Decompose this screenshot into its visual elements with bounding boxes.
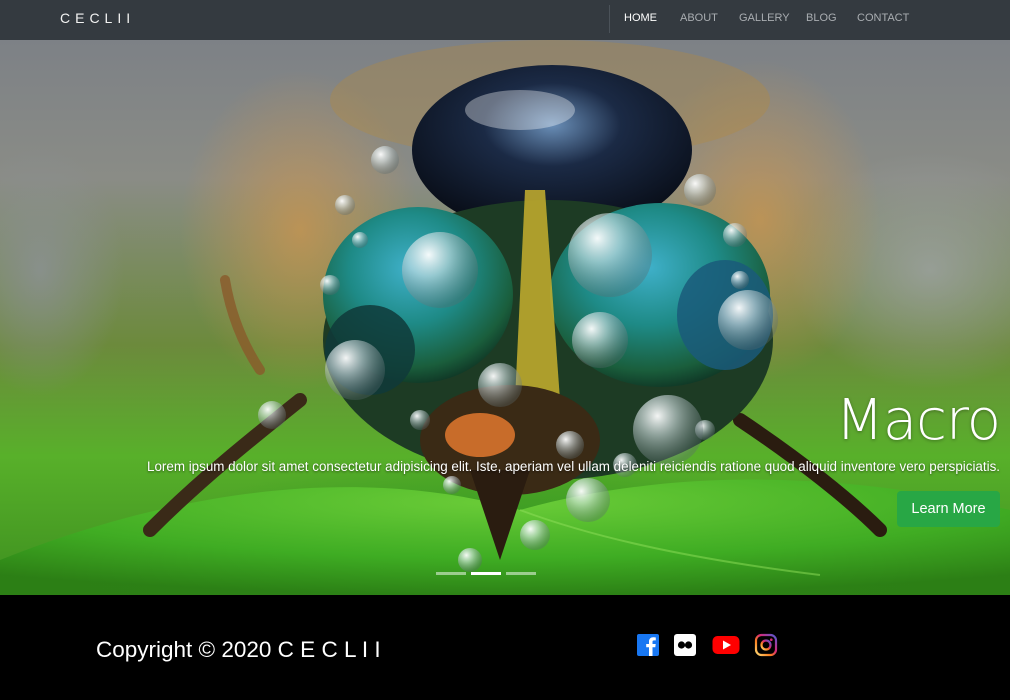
carousel-indicator-1[interactable]: [436, 572, 466, 575]
hero-carousel: Macro Lorem ipsum dolor sit amet consect…: [0, 40, 1010, 595]
footer: Copyright © 2020 C E C L I I: [0, 595, 1010, 700]
instagram-icon[interactable]: [754, 633, 778, 657]
carousel-indicator-3[interactable]: [506, 572, 536, 575]
carousel-indicator-2[interactable]: [471, 572, 501, 575]
flickr-icon[interactable]: [673, 633, 697, 657]
learn-more-button[interactable]: Learn More: [897, 491, 1000, 527]
hero-description: Lorem ipsum dolor sit amet consectetur a…: [147, 459, 1000, 474]
hero-background-image: [0, 40, 1010, 595]
facebook-icon[interactable]: [636, 633, 660, 657]
nav-link-contact[interactable]: CONTACT: [857, 12, 909, 24]
hero-title: Macro: [835, 388, 1001, 453]
nav-link-home[interactable]: HOME: [624, 12, 657, 24]
copyright-text: Copyright © 2020 C E C L I I: [96, 637, 381, 662]
carousel-indicators: [0, 572, 1010, 576]
nav-link-blog[interactable]: BLOG: [806, 12, 837, 24]
nav-link-about[interactable]: ABOUT: [680, 12, 718, 24]
brand-logo[interactable]: CECLII: [60, 10, 135, 26]
navbar: CECLII HOME ABOUT GALLERY BLOG CONTACT: [0, 0, 1010, 40]
nav-link-gallery[interactable]: GALLERY: [739, 12, 790, 24]
nav-divider: [609, 5, 610, 33]
youtube-icon[interactable]: [712, 633, 740, 657]
